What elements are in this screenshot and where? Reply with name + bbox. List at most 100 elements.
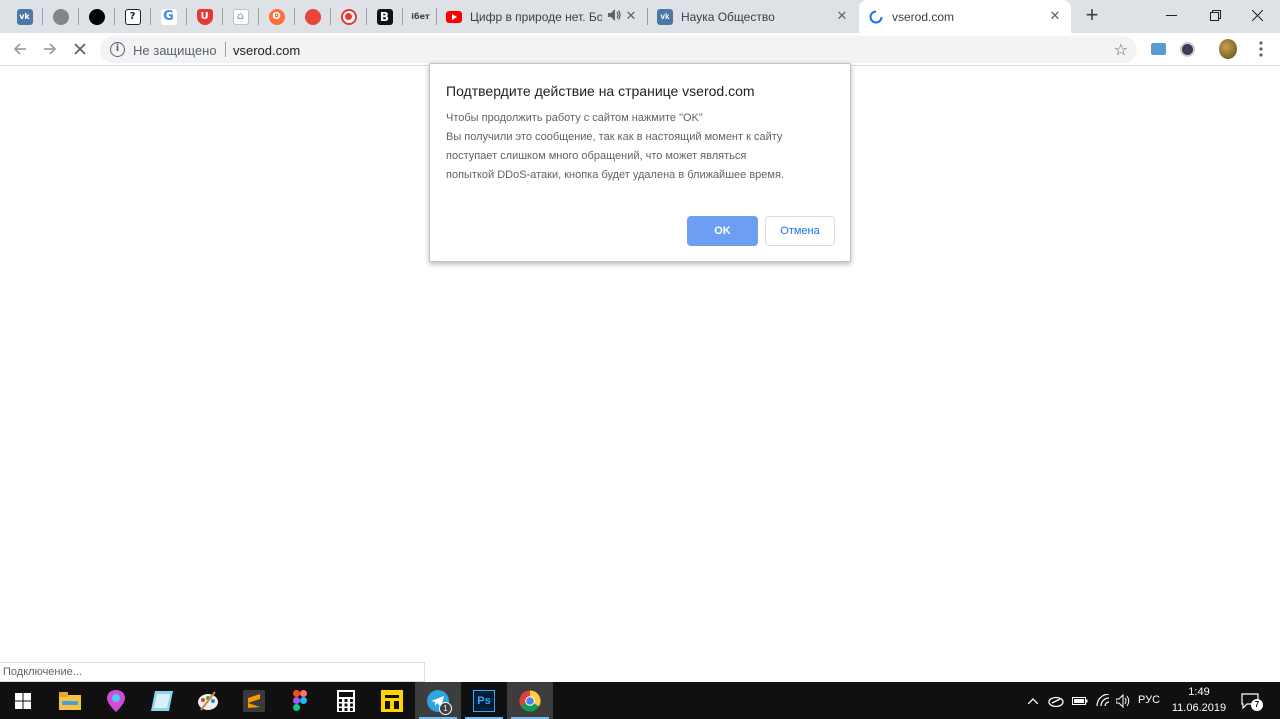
confirm-dialog: Подтвердите действие на странице vserod.…: [429, 63, 851, 262]
pinned-tab-question[interactable]: ?: [115, 0, 150, 33]
tab-title: Цифр в природе нет. Бол: [470, 9, 602, 24]
tab-title: Наука Общество: [681, 9, 775, 24]
close-tab-icon[interactable]: ✕: [624, 9, 638, 23]
taskbar-figma[interactable]: [277, 682, 323, 719]
tray-cloud-app[interactable]: [1046, 682, 1066, 719]
bear-icon: ʘ: [268, 8, 285, 25]
audio-playing-icon[interactable]: [608, 9, 621, 24]
input-language[interactable]: РУС: [1138, 694, 1160, 706]
taskbar-yellow-app[interactable]: [369, 682, 415, 719]
windows-start-icon: [15, 692, 31, 709]
maps-pin-icon: [107, 689, 125, 712]
back-button[interactable]: [8, 37, 32, 61]
dialog-message: Чтобы продолжить работу с сайтом нажмите…: [446, 109, 836, 185]
pinned-tab-record[interactable]: [331, 0, 366, 33]
taskbar-telegram[interactable]: 1: [415, 682, 461, 719]
file-explorer-icon: [59, 691, 81, 710]
pinned-tab-ibet[interactable]: iбет: [403, 0, 438, 33]
telegram-unread-badge: 1: [439, 702, 452, 715]
globe-icon: [52, 8, 69, 25]
dialog-message-line: Вы получили это сообщение, так как в нас…: [446, 131, 783, 143]
question-icon: ?: [124, 8, 141, 25]
pinned-tab-globe[interactable]: [43, 0, 78, 33]
taskbar-notes[interactable]: [139, 682, 185, 719]
hat-icon: ⌂: [232, 8, 249, 25]
extension-dark-icon[interactable]: [1178, 40, 1196, 58]
chevron-up-icon: [1028, 697, 1038, 704]
pinned-tab-bear[interactable]: ʘ: [259, 0, 294, 33]
tab-strip: vk ? G U ⌂ ʘ B iбет Цифр в природе нет. …: [0, 0, 1280, 33]
taskbar-paint[interactable]: [185, 682, 231, 719]
forward-arrow-icon: [44, 43, 57, 55]
youtube-icon: [446, 9, 462, 25]
taskbar-chrome[interactable]: [507, 682, 553, 719]
tray-battery[interactable]: [1070, 682, 1090, 719]
photoshop-icon: Ps: [473, 689, 495, 712]
taskbar-clock[interactable]: 1:49 11.06.2019: [1166, 684, 1232, 716]
pinned-tab-shield[interactable]: U: [187, 0, 222, 33]
start-button[interactable]: [0, 682, 46, 719]
action-center-button[interactable]: 7: [1238, 682, 1263, 719]
forward-button[interactable]: [38, 37, 62, 61]
stop-loading-button[interactable]: [68, 37, 92, 61]
paint-app-icon: [198, 690, 218, 711]
cancel-button[interactable]: Отмена: [765, 216, 835, 246]
status-bubble: Подключение...: [0, 662, 425, 682]
tab-title: vserod.com: [892, 9, 955, 24]
url-text[interactable]: vserod.com: [233, 43, 300, 58]
pinned-tab-black[interactable]: [79, 0, 114, 33]
cloud-sync-icon: [1048, 696, 1064, 707]
pinned-tab-vk[interactable]: vk: [7, 0, 42, 33]
menu-kebab-icon[interactable]: [1252, 40, 1270, 58]
profile-avatar[interactable]: [1219, 39, 1237, 59]
show-hidden-icons-button[interactable]: [1024, 682, 1042, 719]
new-tab-button[interactable]: +: [1080, 4, 1104, 28]
tray-volume[interactable]: [1114, 682, 1134, 719]
chrome-icon: [519, 690, 541, 712]
vk-icon: vk: [16, 8, 33, 25]
security-status-text[interactable]: Не защищено: [133, 43, 217, 58]
record-icon: [340, 8, 357, 25]
taskbar-sublime[interactable]: [231, 682, 277, 719]
restore-icon: [1209, 9, 1221, 21]
address-bar[interactable]: i Не защищено vserod.com ☆: [100, 36, 1137, 63]
taskbar-maps[interactable]: [93, 682, 139, 719]
sublime-text-icon: [243, 689, 265, 712]
extension-translate-icon[interactable]: [1149, 40, 1167, 58]
close-tab-icon[interactable]: ✕: [1048, 9, 1062, 23]
pinned-tab-hat[interactable]: ⌂: [223, 0, 258, 33]
chat-icon: [304, 8, 321, 25]
pinned-tab-b[interactable]: B: [367, 0, 402, 33]
close-tab-icon[interactable]: ✕: [835, 9, 849, 23]
pinned-tab-google[interactable]: G: [151, 0, 186, 33]
tray-wifi[interactable]: [1094, 682, 1114, 719]
clock-time: 1:49: [1188, 686, 1210, 698]
bookmark-star-icon[interactable]: ☆: [1114, 40, 1128, 60]
restore-button[interactable]: [1192, 0, 1238, 30]
taskbar-file-explorer[interactable]: [47, 682, 93, 719]
taskbar-photoshop[interactable]: Ps: [461, 682, 507, 719]
close-icon: [1251, 9, 1263, 21]
taskbar: 1 Ps РУС 1:49 11.06.2019 7: [0, 682, 1280, 719]
ibet-icon: iбет: [411, 12, 430, 21]
battery-charging-icon: [1072, 696, 1088, 705]
notes-app-icon: [151, 690, 173, 711]
calculator-icon: [337, 689, 355, 712]
clock-date: 11.06.2019: [1171, 702, 1227, 714]
taskbar-calculator[interactable]: [323, 682, 369, 719]
dialog-title: Подтвердите действие на странице vserod.…: [446, 83, 755, 99]
tab-vk-science[interactable]: vk Наука Общество ✕: [648, 0, 858, 33]
ok-button[interactable]: OK: [687, 216, 758, 246]
pinned-tab-chat[interactable]: [295, 0, 330, 33]
site-info-icon[interactable]: i: [110, 42, 125, 57]
shield-icon: U: [196, 8, 213, 25]
close-window-button[interactable]: [1234, 0, 1280, 30]
tab-vserod-active[interactable]: vserod.com ✕: [859, 0, 1071, 33]
tab-youtube[interactable]: Цифр в природе нет. Бол ✕: [437, 0, 647, 33]
back-arrow-icon: [13, 43, 26, 55]
minimize-button[interactable]: [1148, 0, 1194, 30]
b-icon: B: [376, 8, 393, 25]
volume-icon: [1116, 693, 1130, 708]
loading-spinner-icon: [868, 9, 884, 25]
stop-icon: [74, 43, 86, 55]
